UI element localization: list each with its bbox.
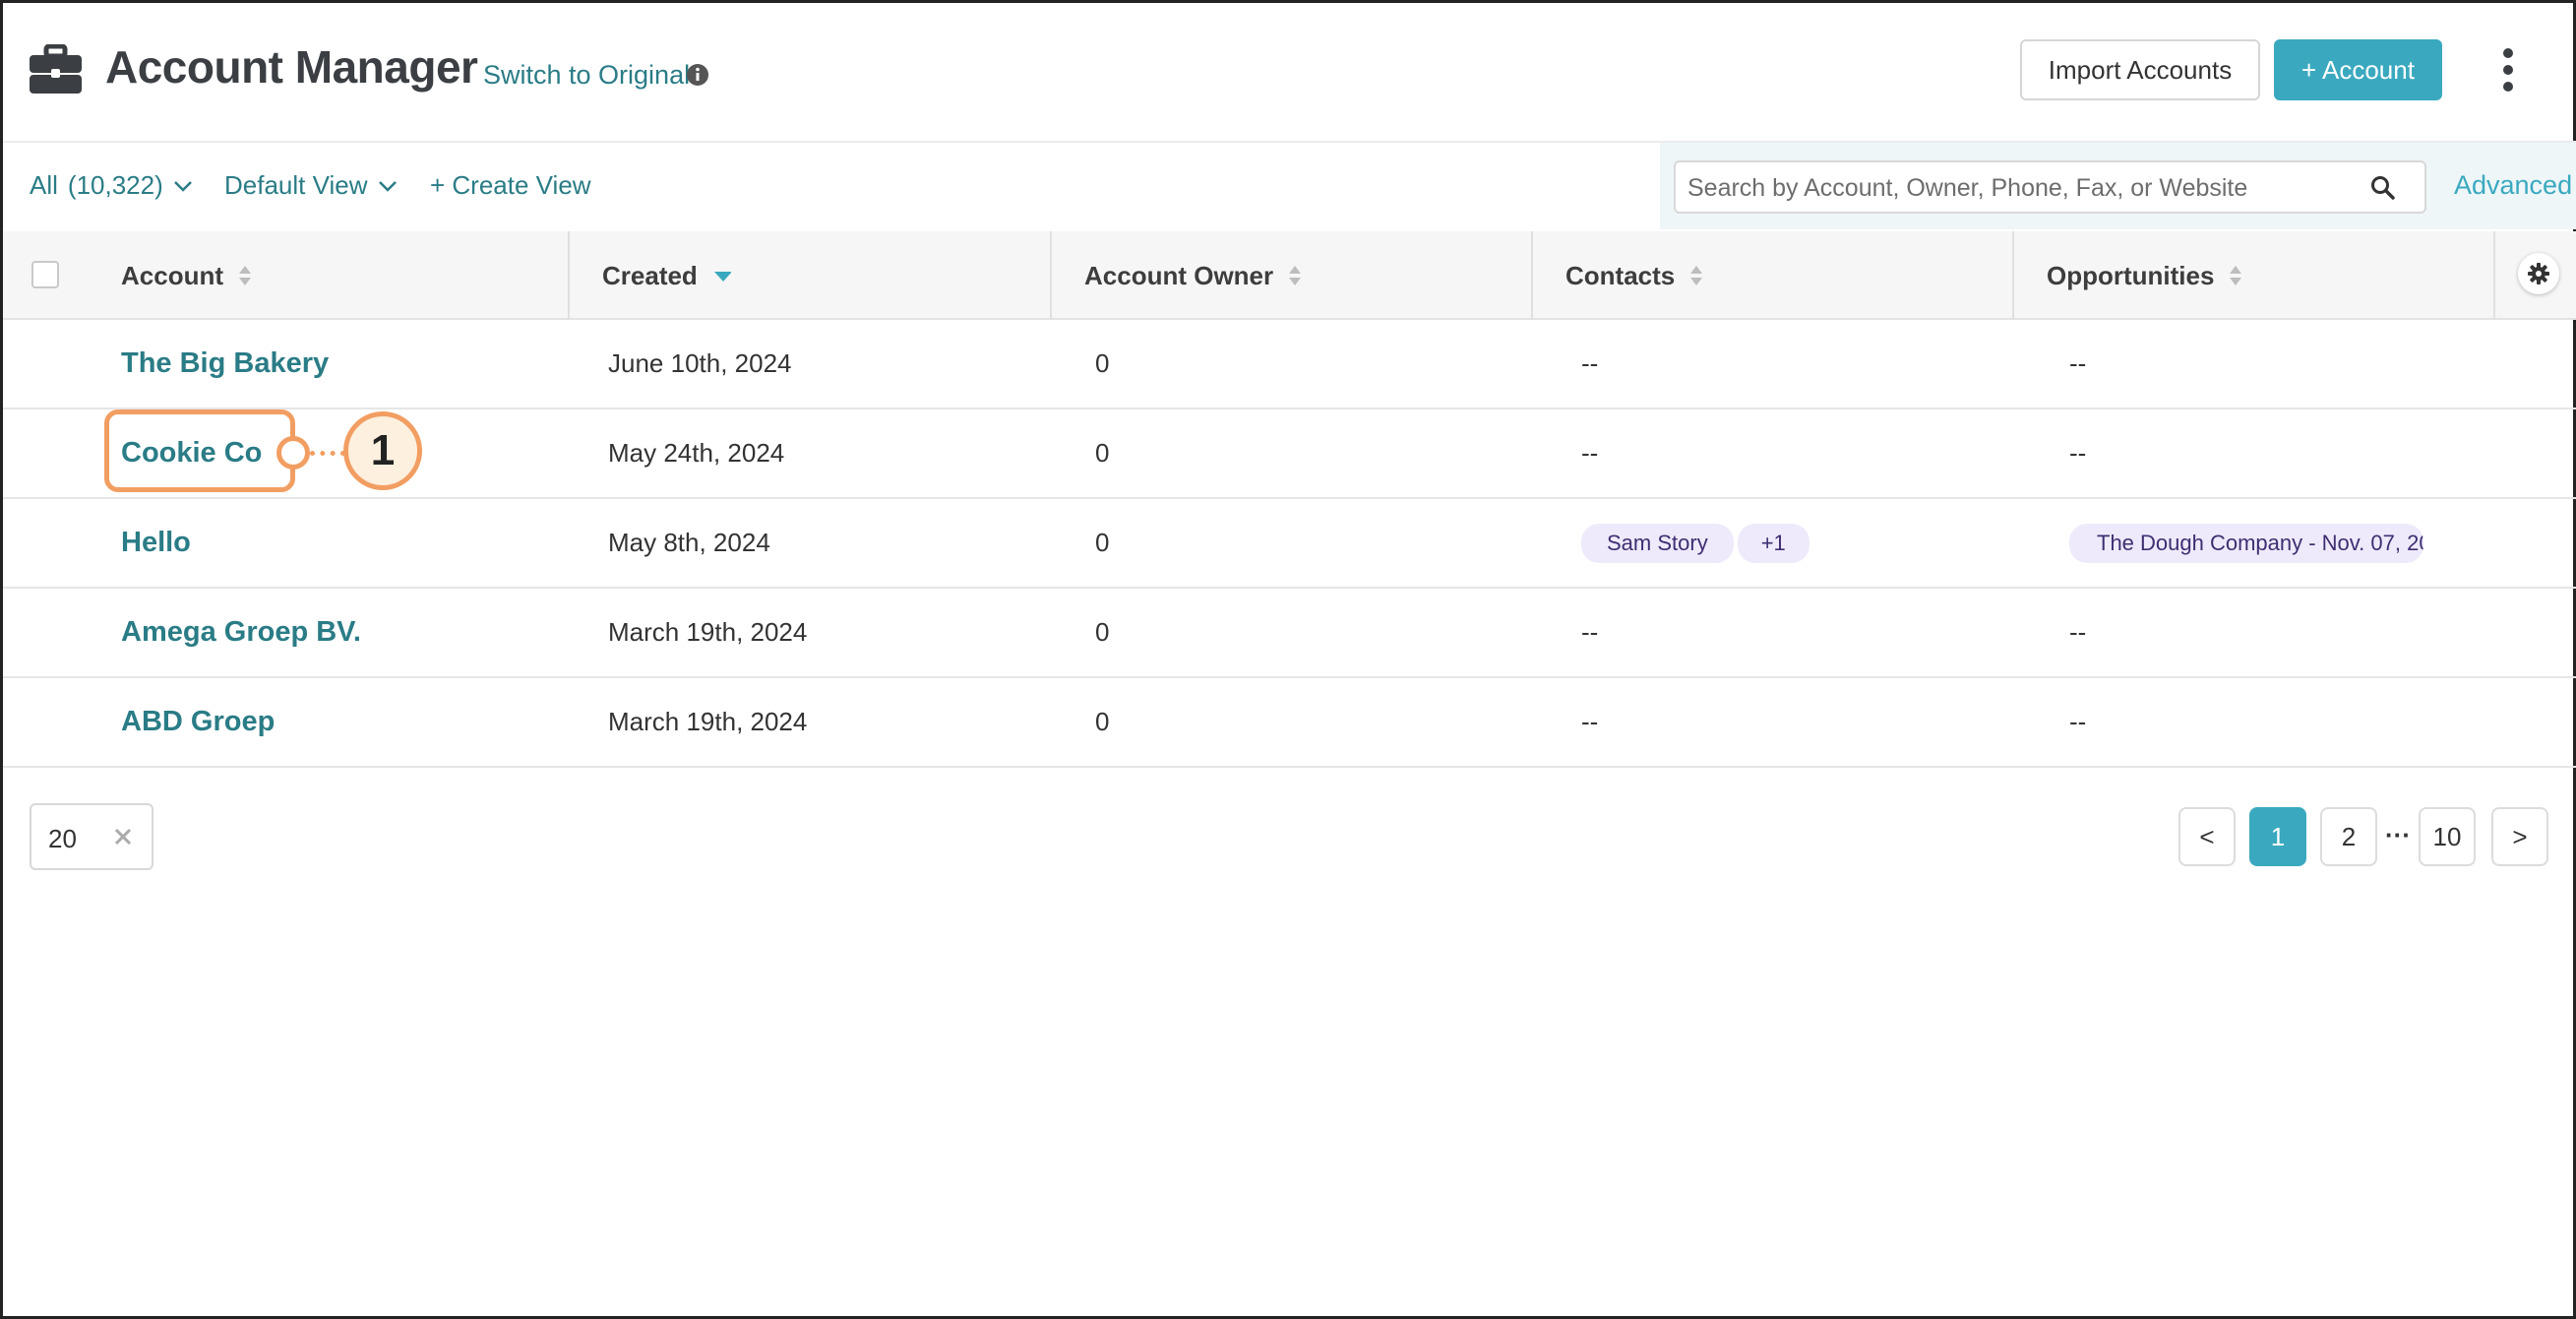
created-date: June 10th, 2024 bbox=[608, 348, 792, 378]
column-divider[interactable] bbox=[1050, 231, 1052, 320]
view-label: Default View bbox=[224, 170, 368, 200]
briefcase-icon bbox=[30, 44, 82, 94]
table-header: Account Created Account Owner Contacts O… bbox=[3, 231, 2576, 320]
pager-page-2[interactable]: 2 bbox=[2320, 807, 2377, 866]
column-divider[interactable] bbox=[2493, 231, 2495, 320]
sort-icon bbox=[1690, 266, 1703, 285]
created-date: March 19th, 2024 bbox=[608, 617, 808, 647]
filter-all-label: All bbox=[30, 170, 58, 200]
table-row[interactable]: ABD Groep March 19th, 2024 0 -- -- bbox=[3, 678, 2576, 768]
opportunities-value: -- bbox=[2069, 617, 2087, 647]
column-header-account[interactable]: Account bbox=[121, 231, 253, 320]
sort-descending-icon bbox=[713, 272, 731, 282]
account-link[interactable]: The Big Bakery bbox=[121, 347, 329, 380]
contacts-tags: Sam Story +1 bbox=[1581, 499, 1813, 587]
table-settings-button[interactable] bbox=[2518, 253, 2559, 294]
account-owner: 0 bbox=[1095, 348, 1110, 378]
select-all-checkbox[interactable] bbox=[31, 261, 59, 288]
account-link[interactable]: Amega Groep BV. bbox=[121, 616, 361, 649]
created-date: May 24th, 2024 bbox=[608, 438, 785, 468]
table-row[interactable]: The Big Bakery June 10th, 2024 0 -- -- bbox=[3, 320, 2576, 409]
column-divider[interactable] bbox=[2012, 231, 2014, 320]
account-owner: 0 bbox=[1095, 528, 1110, 557]
info-icon[interactable] bbox=[686, 63, 709, 87]
column-header-contacts[interactable]: Contacts bbox=[1565, 231, 1704, 320]
create-view-link[interactable]: + Create View bbox=[430, 170, 591, 201]
opportunities-value: -- bbox=[2069, 707, 2087, 736]
pager-page-last[interactable]: 10 bbox=[2419, 807, 2476, 866]
import-accounts-button[interactable]: Import Accounts bbox=[2020, 39, 2260, 100]
pager-prev-button[interactable]: < bbox=[2178, 807, 2236, 866]
column-header-opportunities[interactable]: Opportunities bbox=[2047, 231, 2243, 320]
pager-next-button[interactable]: > bbox=[2491, 807, 2548, 866]
account-owner: 0 bbox=[1095, 707, 1110, 736]
sort-icon bbox=[239, 266, 251, 285]
page-header: Account Manager Switch to Original Impor… bbox=[3, 3, 2576, 143]
created-date: March 19th, 2024 bbox=[608, 707, 808, 736]
created-date: May 8th, 2024 bbox=[608, 528, 770, 557]
chevron-down-icon bbox=[173, 180, 192, 192]
column-divider[interactable] bbox=[568, 231, 570, 320]
add-account-button[interactable]: + Account bbox=[2274, 39, 2442, 100]
sort-icon bbox=[2230, 266, 2242, 285]
advanced-search-link[interactable]: Advanced bbox=[2454, 170, 2572, 201]
search-box[interactable] bbox=[1674, 160, 2426, 214]
table-row[interactable]: Amega Groep BV. March 19th, 2024 0 -- -- bbox=[3, 589, 2576, 678]
contacts-value: -- bbox=[1581, 438, 1599, 468]
annotation-highlight-box bbox=[104, 409, 295, 492]
pager-page-1[interactable]: 1 bbox=[2249, 807, 2306, 866]
page-size-value: 20 bbox=[48, 824, 77, 853]
switch-to-original-link[interactable]: Switch to Original bbox=[483, 60, 690, 91]
opportunities-value: -- bbox=[2069, 438, 2087, 468]
pager-ellipsis: ··· bbox=[2385, 820, 2411, 849]
contacts-value: -- bbox=[1581, 348, 1599, 378]
account-link[interactable]: ABD Groep bbox=[121, 706, 275, 738]
annotation-number-badge: 1 bbox=[343, 411, 422, 490]
page-title: Account Manager bbox=[105, 41, 478, 93]
page-size-selector[interactable]: 20 bbox=[30, 803, 153, 870]
opportunities-value: -- bbox=[2069, 348, 2087, 378]
table-row[interactable]: Hello May 8th, 2024 0 Sam Story +1 The D… bbox=[3, 499, 2576, 589]
opportunity-tag[interactable]: The Dough Company - Nov. 07, 202 bbox=[2069, 523, 2423, 563]
filter-count: (10,322) bbox=[67, 170, 163, 200]
column-divider[interactable] bbox=[1531, 231, 1533, 320]
column-header-created[interactable]: Created bbox=[602, 231, 731, 320]
contacts-value: -- bbox=[1581, 617, 1599, 647]
gear-icon bbox=[2528, 263, 2549, 284]
search-input[interactable] bbox=[1687, 172, 2357, 204]
sort-icon bbox=[1289, 266, 1302, 285]
search-icon[interactable] bbox=[2370, 175, 2396, 201]
filter-all-dropdown[interactable]: All (10,322) bbox=[30, 170, 193, 201]
clear-icon[interactable] bbox=[112, 826, 134, 848]
app-window: Account Manager Switch to Original Impor… bbox=[0, 0, 2576, 1319]
chevron-down-icon bbox=[378, 180, 397, 192]
more-contacts-tag[interactable]: +1 bbox=[1737, 523, 1809, 563]
account-owner: 0 bbox=[1095, 438, 1110, 468]
annotation-dot bbox=[276, 436, 310, 470]
account-owner: 0 bbox=[1095, 617, 1110, 647]
annotation-connector bbox=[310, 451, 345, 456]
account-link[interactable]: Hello bbox=[121, 527, 191, 559]
contacts-value: -- bbox=[1581, 707, 1599, 736]
column-header-account-owner[interactable]: Account Owner bbox=[1084, 231, 1303, 320]
more-options-icon[interactable] bbox=[2496, 46, 2520, 94]
contact-tag[interactable]: Sam Story bbox=[1581, 523, 1734, 563]
view-dropdown[interactable]: Default View bbox=[224, 170, 398, 201]
